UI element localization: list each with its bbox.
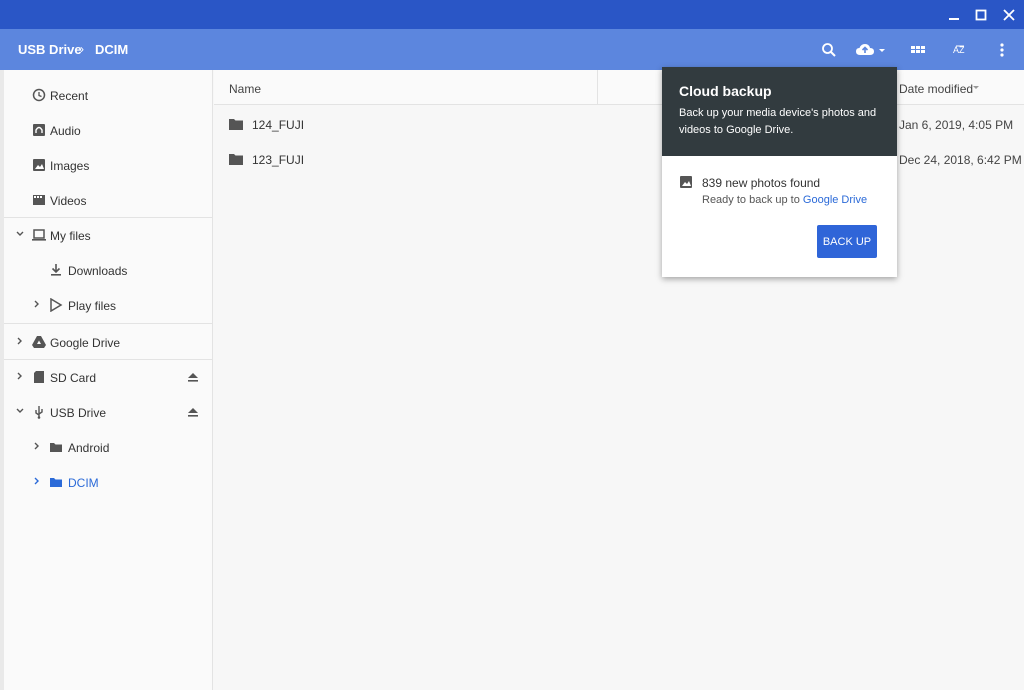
sidebar-item-sd-card[interactable]: SD Card xyxy=(4,360,213,395)
file-list: Name Date modified 124_FUJI Jan 6, 2019,… xyxy=(214,70,1024,690)
minimize-icon[interactable] xyxy=(945,6,963,24)
file-date: Dec 24, 2018, 6:42 PM xyxy=(899,153,1022,167)
sidebar-item-dcim[interactable]: DCIM xyxy=(4,465,213,500)
files-app-window: USB Drive › DCIM AZ Recent Audio Images … xyxy=(0,0,1024,690)
sidebar-item-usb-drive[interactable]: USB Drive xyxy=(4,395,213,430)
column-header: Name Date modified xyxy=(214,70,1024,105)
chevron-down-icon[interactable] xyxy=(15,406,25,416)
sidebar-item-audio[interactable]: Audio xyxy=(4,113,213,148)
folder-icon xyxy=(50,478,62,487)
sidebar-item-label: Recent xyxy=(50,89,89,103)
more-options-icon[interactable] xyxy=(993,41,1011,59)
sd-card-icon xyxy=(34,371,44,383)
sidebar-item-label: USB Drive xyxy=(50,406,107,420)
maximize-icon[interactable] xyxy=(972,6,990,24)
usb-icon xyxy=(35,406,43,419)
folder-icon xyxy=(229,119,243,130)
column-date-modified[interactable]: Date modified xyxy=(899,82,973,96)
sidebar-item-recent[interactable]: Recent xyxy=(4,78,213,113)
file-name: 123_FUJI xyxy=(252,153,305,167)
cloud-backup-popup: Cloud backup Back up your media device's… xyxy=(662,67,897,277)
sidebar-divider xyxy=(4,323,213,324)
clock-icon xyxy=(32,88,46,102)
chevron-right-icon[interactable] xyxy=(32,299,42,309)
sort-arrow-icon xyxy=(973,86,979,89)
google-drive-link[interactable]: Google Drive xyxy=(803,194,867,206)
column-name[interactable]: Name xyxy=(229,82,261,96)
sidebar-item-label: Audio xyxy=(50,124,81,138)
back-up-button[interactable]: BACK UP xyxy=(817,225,877,258)
eject-icon[interactable] xyxy=(186,370,200,384)
ready-prefix: Ready to back up to xyxy=(702,194,803,206)
audio-icon xyxy=(33,124,45,136)
breadcrumb-usb-drive[interactable]: USB Drive xyxy=(18,42,82,57)
sidebar-item-label: Images xyxy=(50,159,90,173)
popup-title: Cloud backup xyxy=(679,83,772,99)
chevron-down-icon[interactable] xyxy=(15,229,25,239)
sidebar-item-label: Google Drive xyxy=(50,336,121,350)
popup-header: Cloud backup Back up your media device's… xyxy=(662,67,897,156)
download-icon xyxy=(51,264,61,276)
close-icon[interactable] xyxy=(1000,6,1018,24)
sidebar-item-label: SD Card xyxy=(50,371,97,385)
chevron-right-icon[interactable] xyxy=(32,441,42,451)
sidebar-item-play-files[interactable]: Play files xyxy=(4,288,213,323)
grid-view-icon[interactable] xyxy=(909,41,927,59)
sidebar-item-label: Downloads xyxy=(68,264,128,278)
sidebar-item-label: Videos xyxy=(50,194,87,208)
sidebar-item-label: DCIM xyxy=(68,476,99,490)
sort-az-icon[interactable]: AZ xyxy=(951,41,969,59)
image-icon xyxy=(680,176,692,188)
sidebar-item-google-drive[interactable]: Google Drive xyxy=(4,325,213,360)
file-name: 124_FUJI xyxy=(252,118,305,132)
sidebar-item-android[interactable]: Android xyxy=(4,430,213,465)
file-date: Jan 6, 2019, 4:05 PM xyxy=(899,118,1014,132)
sidebar-item-label: Android xyxy=(68,441,110,455)
chevron-right-icon[interactable] xyxy=(15,371,25,381)
toolbar: USB Drive › DCIM AZ xyxy=(0,29,1024,70)
sidebar-item-downloads[interactable]: Downloads xyxy=(4,253,213,288)
play-store-icon xyxy=(50,298,63,312)
chevron-right-icon[interactable] xyxy=(32,476,42,486)
table-row[interactable]: 124_FUJI Jan 6, 2019, 4:05 PM xyxy=(214,106,1024,141)
folder-icon xyxy=(50,443,62,452)
google-drive-icon xyxy=(32,336,46,348)
sidebar-item-images[interactable]: Images xyxy=(4,148,213,183)
folder-icon xyxy=(229,154,243,165)
laptop-icon xyxy=(32,229,46,241)
eject-icon[interactable] xyxy=(186,405,200,419)
sidebar-item-my-files[interactable]: My files xyxy=(4,218,213,253)
video-icon xyxy=(33,195,45,205)
sidebar-item-label: My files xyxy=(50,229,91,243)
sidebar-item-videos[interactable]: Videos xyxy=(4,183,213,218)
breadcrumb-separator: › xyxy=(80,42,84,56)
sidebar: Recent Audio Images Videos My files Down… xyxy=(4,70,213,690)
popup-description: Back up your media device's photos and v… xyxy=(679,107,877,136)
cloud-upload-icon[interactable] xyxy=(855,41,877,59)
chevron-down-icon[interactable] xyxy=(877,41,887,59)
column-divider[interactable] xyxy=(597,70,598,105)
title-bar xyxy=(0,0,1024,29)
image-icon xyxy=(33,159,45,171)
photos-found-text: 839 new photos found xyxy=(702,176,821,190)
sidebar-item-label: Play files xyxy=(68,299,117,313)
search-icon[interactable] xyxy=(820,41,838,59)
ready-text: Ready to back up to Google Drive xyxy=(702,194,867,206)
breadcrumb-dcim[interactable]: DCIM xyxy=(95,42,128,57)
table-row[interactable]: 123_FUJI Dec 24, 2018, 6:42 PM xyxy=(214,141,1024,176)
chevron-right-icon[interactable] xyxy=(15,336,25,346)
